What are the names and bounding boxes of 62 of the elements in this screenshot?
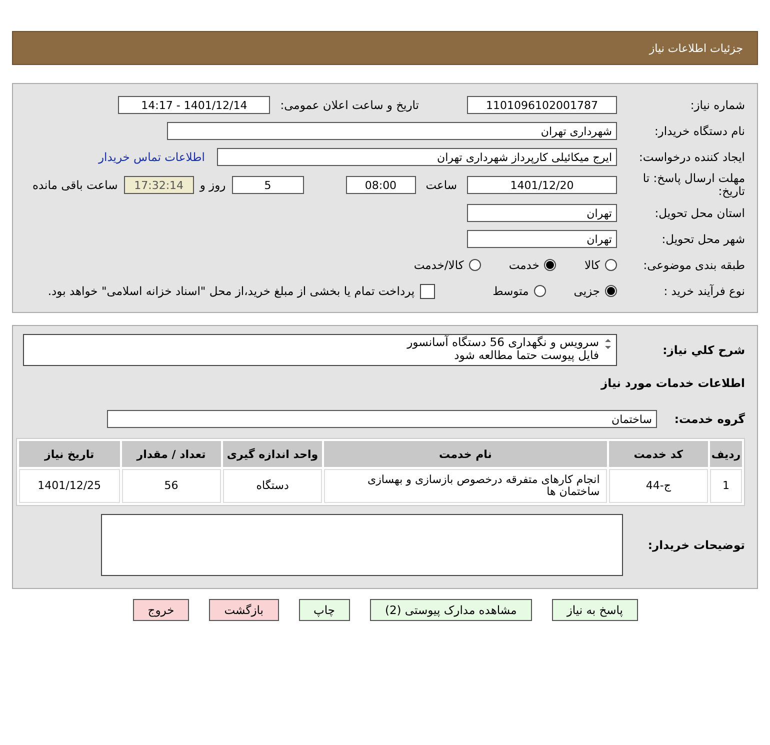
action-button[interactable]: مشاهده مدارک پیوستی (2) xyxy=(370,599,532,621)
field-label: شرح کلي نیاز: xyxy=(662,343,745,357)
page-title: جزئیات اطلاعات نیاز xyxy=(12,31,758,65)
text-field[interactable]: تهران xyxy=(467,204,617,222)
notes-field[interactable] xyxy=(101,514,623,576)
description-field[interactable]: سرویس و نگهداری 56 دستگاه آسانسور فایل پیوست حتما مطالعه شود xyxy=(23,334,617,366)
text-field[interactable]: تهران xyxy=(467,230,617,248)
field-label: نوع فرآیند خرید : xyxy=(662,284,745,298)
column-header: نام خدمت xyxy=(324,441,607,467)
table-cell: دستگاه xyxy=(222,469,322,503)
field-label: شهر محل تحویل: xyxy=(660,232,745,246)
field-label: شماره نیاز: xyxy=(689,98,745,112)
table-cell: انجام کارهای متفرقه درخصوص بازسازی و بهسازی ساختمان ها xyxy=(324,469,607,503)
description-text: سرویس و نگهداری 56 دستگاه آسانسور فایل پیوست حتما مطالعه شود xyxy=(406,335,600,363)
field-label: تاریخ و ساعت اعلان عمومی: xyxy=(280,98,419,112)
days-label: روز و xyxy=(200,178,226,192)
table-cell: ج-44 xyxy=(608,469,708,503)
radio-button[interactable] xyxy=(605,259,617,271)
action-button[interactable]: خروج xyxy=(132,599,190,621)
table-cell: 1 xyxy=(710,469,742,503)
column-header: تعداد / مقدار xyxy=(122,441,221,467)
checkbox-label: پرداخت تمام یا بخشی از مبلغ خرید،از محل "اسناد خزانه اسلامی" خواهد بود. xyxy=(48,284,415,298)
action-button[interactable]: بازگشت xyxy=(209,599,278,621)
action-button[interactable]: پاسخ به نیاز xyxy=(552,599,638,621)
table-cell: 1401/12/25 xyxy=(19,469,120,503)
text-field[interactable]: ساختمان xyxy=(107,410,657,428)
field-label: مهلت ارسال پاسخ: تا تاریخ: xyxy=(642,172,745,198)
field-label: گروه خدمت: xyxy=(673,412,745,426)
radio-label: کالا/خدمت xyxy=(414,258,464,272)
radio-button[interactable] xyxy=(605,285,617,297)
date-field[interactable]: 1401/12/20 xyxy=(467,176,617,194)
checkbox[interactable] xyxy=(420,284,435,298)
radio-label: خدمت xyxy=(508,258,540,272)
text-field[interactable]: شهرداری تهران xyxy=(167,122,617,140)
column-header: واحد اندازه گیری xyxy=(222,441,322,467)
time-label: ساعت xyxy=(426,178,457,192)
section-heading: اطلاعات خدمات مورد نیاز xyxy=(601,376,745,390)
radio-label: متوسط xyxy=(492,284,529,298)
column-header: تاریخ نیاز xyxy=(19,441,120,467)
scroll-arrows-icon[interactable] xyxy=(603,338,613,350)
time-field[interactable]: 08:00 xyxy=(346,176,416,194)
remaining-time-field: 17:32:14 xyxy=(124,176,194,194)
text-field[interactable]: 1101096102001787 xyxy=(467,96,617,114)
radio-button[interactable] xyxy=(544,259,556,271)
text-field[interactable]: 1401/12/14 - 14:17 xyxy=(118,96,270,114)
field-label: استان محل تحویل: xyxy=(654,206,745,220)
column-header: ردیف xyxy=(710,441,742,467)
text-field[interactable]: ایرج میکائیلی کارپرداز شهرداری تهران xyxy=(217,148,617,166)
radio-button[interactable] xyxy=(468,259,481,271)
field-label: طبقه بندی موضوعی: xyxy=(642,258,745,272)
days-field[interactable]: 5 xyxy=(232,176,304,194)
field-label: ایجاد کننده درخواست: xyxy=(638,150,745,164)
table-cell: 56 xyxy=(122,469,221,503)
contact-link[interactable]: اطلاعات تماس خریدار xyxy=(98,150,205,164)
field-label: توضیحات خریدار: xyxy=(646,538,745,552)
action-button[interactable]: چاپ xyxy=(298,599,350,621)
radio-label: کالا xyxy=(584,258,600,272)
radio-label: جزیی xyxy=(574,284,600,298)
remaining-label: ساعت باقی مانده xyxy=(32,178,118,192)
field-label: نام دستگاه خریدار: xyxy=(653,124,745,138)
radio-button[interactable] xyxy=(534,285,546,297)
column-header: کد خدمت xyxy=(608,441,708,467)
